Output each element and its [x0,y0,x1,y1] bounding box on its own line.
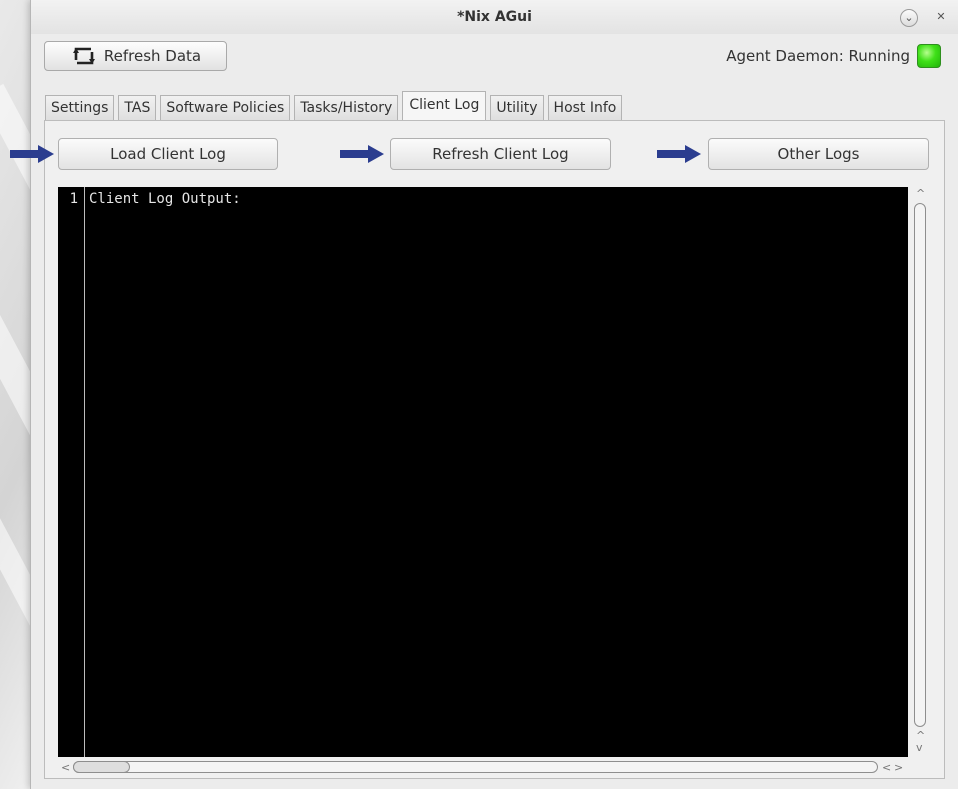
tab-software-policies[interactable]: Software Policies [160,95,291,121]
status-indicator-icon [917,44,941,68]
line-number: 1 [69,191,78,207]
scroll-up-icon[interactable]: ^ [916,730,925,741]
window-title: *Nix AGui [457,9,532,25]
arrow-right-icon [10,145,54,163]
scroll-left-icon[interactable]: < [882,762,891,773]
log-line: Client Log Output: [89,191,241,207]
scroll-up-icon[interactable]: ^ [916,188,925,199]
horizontal-scroll-thumb[interactable] [73,761,130,773]
vertical-scroll-thumb[interactable] [914,203,926,727]
tab-utility[interactable]: Utility [490,95,544,121]
title-bar[interactable]: *Nix AGui ⌄ ✕ [31,0,958,34]
refresh-icon [72,47,95,65]
tab-tas[interactable]: TAS [118,95,157,121]
scroll-left-icon[interactable]: < [61,762,70,773]
arrow-right-icon [657,145,701,163]
refresh-client-log-button[interactable]: Refresh Client Log [390,138,611,170]
tab-tasks-history[interactable]: Tasks/History [294,95,399,121]
scroll-right-icon[interactable]: > [894,762,903,773]
horizontal-scroll-track[interactable] [73,761,878,773]
horizontal-scrollbar[interactable]: < < > [58,757,908,777]
tab-bar: Settings TAS Software Policies Tasks/His… [45,91,626,121]
refresh-data-label: Refresh Data [103,47,202,65]
scroll-down-icon[interactable]: v [916,742,923,753]
load-client-log-button[interactable]: Load Client Log [58,138,278,170]
arrow-right-icon [340,145,384,163]
close-icon[interactable]: ✕ [932,9,950,27]
tab-settings[interactable]: Settings [45,95,115,121]
log-output-editor[interactable]: 1 Client Log Output: [58,187,908,757]
refresh-data-button[interactable]: Refresh Data [44,41,227,71]
line-number-gutter: 1 [58,187,85,757]
tab-client-log[interactable]: Client Log [402,91,487,121]
vertical-scrollbar[interactable]: ^ ^ v [908,187,930,757]
daemon-status-text: Agent Daemon: Running [726,47,910,65]
other-logs-button[interactable]: Other Logs [708,138,929,170]
chevron-down-icon[interactable]: ⌄ [900,9,918,27]
tab-host-info[interactable]: Host Info [547,95,623,121]
